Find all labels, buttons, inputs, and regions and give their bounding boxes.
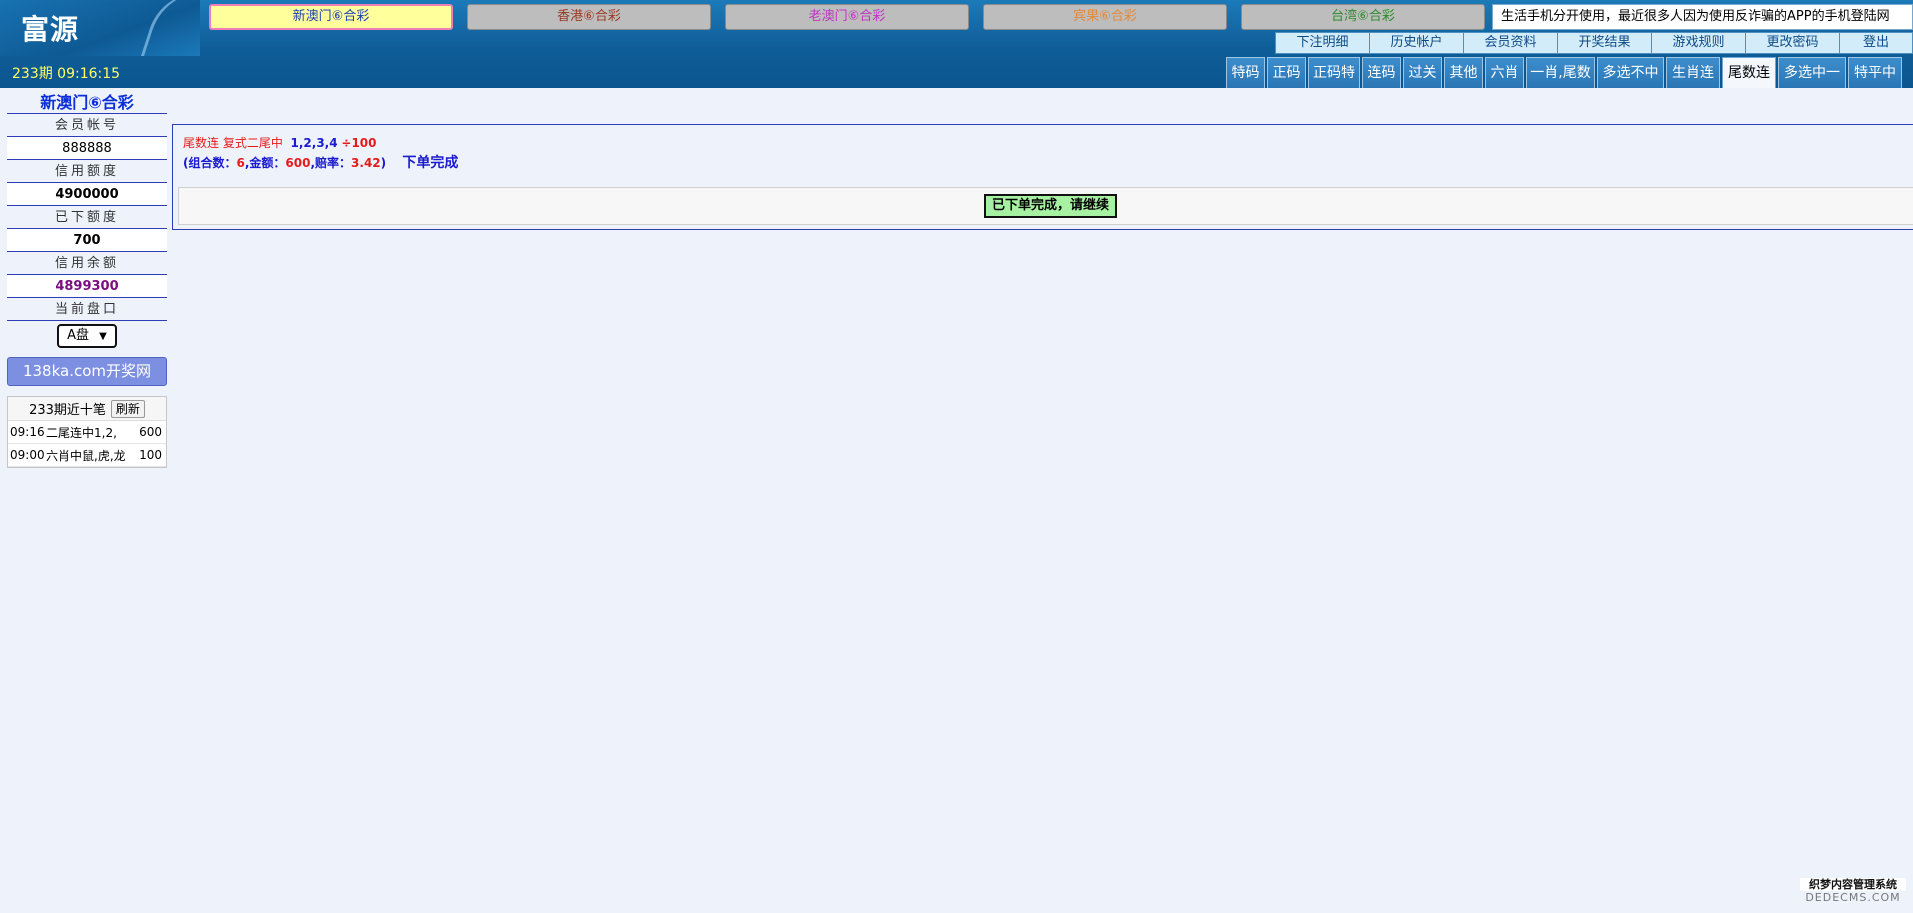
logo-swoosh [138,0,200,56]
recent-bet-desc: 二尾连中1,2, [46,425,117,440]
watermark-line1: 织梦内容管理系统 [1800,878,1906,891]
lottery-tab-label: 香港⑥合彩 [557,9,621,24]
bet-subtype: 复式二尾中 [222,136,283,150]
recent-bet-row: 09:00 六肖中鼠,虎,龙 100 [8,444,166,467]
bet-amount: ÷100 [341,136,377,150]
panel-select-value: A盘 [67,328,90,343]
tab-tema[interactable]: 特码 [1226,57,1265,88]
balance-label: 信用余额 [7,252,167,275]
recent-bet-amount: 600 [139,425,162,439]
recent-bet-row: 09:16 二尾连中1,2, 600 [8,421,166,444]
tab-shengxiaolian[interactable]: 生肖连 [1666,57,1720,88]
lottery-tab-laoaomen[interactable]: 老澳门⑥合彩 [725,4,969,30]
tab-yixiao-weishu[interactable]: 一肖,尾数 [1526,57,1595,88]
account-label: 会员帐号 [7,114,167,137]
order-done-label: 下单完成 [402,155,459,171]
tab-duoxuan-buzhong[interactable]: 多选不中 [1597,57,1664,88]
money-value: 600 [285,156,311,170]
lottery-tab-bingo[interactable]: 宾果⑥合彩 [983,4,1227,30]
lottery-tab-hongkong[interactable]: 香港⑥合彩 [467,4,711,30]
nav-bet-details[interactable]: 下注明细 [1275,32,1369,54]
bet-type: 尾数连 [183,136,220,150]
tab-lianma[interactable]: 连码 [1362,57,1401,88]
panel-row: A盘 ▼ [7,321,167,351]
lottery-tab-label: 宾果⑥合彩 [1073,9,1137,24]
sidebar-title: 新澳门⑥合彩 [7,92,167,114]
site-logo: 富源 [21,13,80,46]
combo-close: ) [380,156,387,170]
bet-numbers: 1,2,3,4 [290,136,338,150]
tab-guoguan[interactable]: 过关 [1403,57,1442,88]
nav-logout[interactable]: 登出 [1839,32,1913,54]
money-label: ,金额： [244,156,286,170]
lottery-tab-xinaomen[interactable]: 新澳门⑥合彩 [209,4,453,30]
recent-bets-title: 233期近十笔 [29,403,106,418]
left-sidebar: 新澳门⑥合彩 会员帐号 888888 信用额度 4900000 已下额度 700… [7,92,167,468]
refresh-button[interactable]: 刷新 [110,399,145,418]
recent-bet-time: 09:00 [10,448,45,462]
confirm-box: 已下单完成，请继续 [178,187,1913,225]
lottery-tab-label: 新澳门⑥合彩 [292,9,370,24]
draw-site-link[interactable]: 138ka.com开奖网 [7,357,167,386]
tab-liuxiao[interactable]: 六肖 [1485,57,1524,88]
logo-area: 富源 [0,0,200,56]
top-header: 富源 新澳门⑥合彩 香港⑥合彩 老澳门⑥合彩 宾果⑥合彩 台湾⑥合彩 生活手机分… [0,0,1913,88]
watermark-line2: DEDECMS.COM [1805,891,1901,904]
recent-bets-header: 233期近十笔 刷新 [8,397,166,421]
credit-label: 信用额度 [7,160,167,183]
chevron-down-icon: ▼ [99,331,107,342]
game-type-tabs: 特码 正码 正码特 连码 过关 其他 六肖 一肖,尾数 多选不中 生肖连 尾数连… [1226,57,1904,88]
recent-bets-panel: 233期近十笔 刷新 09:16 二尾连中1,2, 600 09:00 六肖中鼠… [7,396,167,468]
nav-game-rules[interactable]: 游戏规则 [1651,32,1745,54]
combo-label: (组合数： [183,156,237,170]
recent-bet-time: 09:16 [10,425,45,439]
recent-bet-desc: 六肖中鼠,虎,龙 [46,448,126,463]
balance-value: 4899300 [7,275,167,298]
lottery-tab-taiwan[interactable]: 台湾⑥合彩 [1241,4,1485,30]
tab-zhengmate[interactable]: 正码特 [1308,57,1360,88]
tab-weishulian[interactable]: 尾数连 [1722,57,1776,88]
tab-tepingzhong[interactable]: 特平中 [1848,57,1902,88]
lottery-tab-label: 老澳门⑥合彩 [808,9,886,24]
tab-qita[interactable]: 其他 [1444,57,1483,88]
nav-change-password[interactable]: 更改密码 [1745,32,1839,54]
continue-button[interactable]: 已下单完成，请继续 [984,194,1118,218]
placed-label: 已下额度 [7,206,167,229]
bet-combo-info: (组合数：6,金额：600,赔率：3.42) 下单完成 [183,152,458,172]
recent-bet-amount: 100 [139,448,162,462]
odds-label: ,赔率： [310,156,352,170]
tab-zhengma[interactable]: 正码 [1267,57,1306,88]
bet-summary: 尾数连 复式二尾中 1,2,3,4 ÷100 [183,134,377,151]
account-value: 888888 [7,137,167,160]
announcement-ticker[interactable]: 生活手机分开使用，最近很多人因为使用反诈骗的APP的手机登陆网 [1492,4,1913,30]
nav-member-info[interactable]: 会员资料 [1463,32,1557,54]
placed-value: 700 [7,229,167,252]
nav-history-account[interactable]: 历史帐户 [1369,32,1463,54]
lottery-tab-label: 台湾⑥合彩 [1331,9,1395,24]
panel-select[interactable]: A盘 ▼ [57,324,117,348]
credit-value: 4900000 [7,183,167,206]
bet-result-panel: 尾数连 复式二尾中 1,2,3,4 ÷100 (组合数：6,金额：600,赔率：… [172,124,1913,230]
odds-value: 3.42 [351,156,381,170]
watermark: 织梦内容管理系统 DEDECMS.COM [1800,878,1906,904]
period-time: 233期 09:16:15 [12,66,121,82]
top-nav: 下注明细 历史帐户 会员资料 开奖结果 游戏规则 更改密码 登出 [1275,32,1913,54]
nav-draw-results[interactable]: 开奖结果 [1557,32,1651,54]
tab-duoxuan-zhongyi[interactable]: 多选中一 [1778,57,1846,88]
panel-label: 当前盘口 [7,298,167,321]
combo-value: 6 [236,156,245,170]
